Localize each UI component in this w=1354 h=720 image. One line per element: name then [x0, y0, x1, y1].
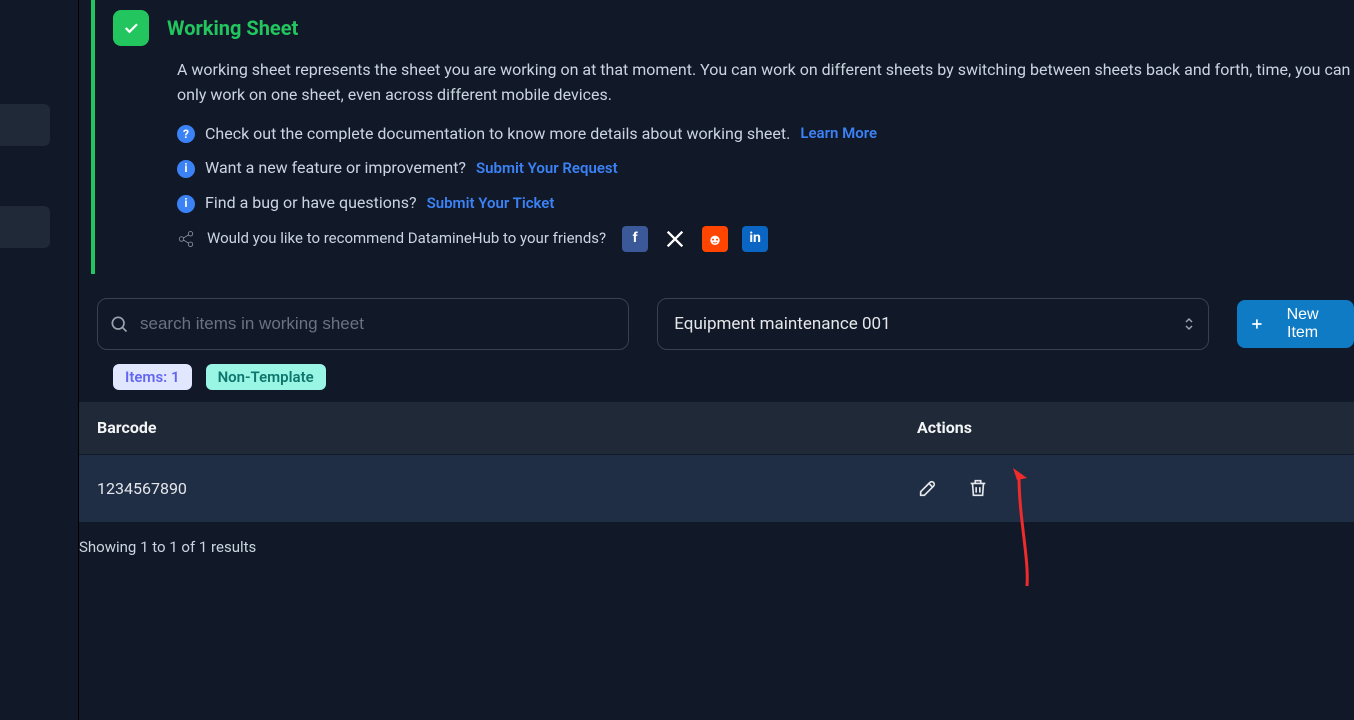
new-item-button[interactable]: New Item: [1237, 300, 1354, 348]
items-badge: Items: 1: [113, 364, 192, 390]
edit-icon[interactable]: [917, 477, 939, 499]
info-icon: i: [177, 195, 195, 213]
table-row: 1234567890: [79, 454, 1354, 522]
submit-request-link[interactable]: Submit Your Request: [476, 157, 618, 180]
submit-ticket-link[interactable]: Submit Your Ticket: [427, 192, 555, 215]
sidebar-item[interactable]: [0, 206, 50, 248]
working-sheet-card: Working Sheet A working sheet represents…: [91, 0, 1351, 274]
sidebar-item[interactable]: [0, 586, 14, 628]
main-content: Working Sheet A working sheet represents…: [78, 0, 1354, 720]
card-description: A working sheet represents the sheet you…: [177, 58, 1351, 108]
trash-icon[interactable]: [967, 477, 989, 499]
share-text: Would you like to recommend DatamineHub …: [207, 227, 606, 250]
chevron-updown-icon: [1183, 316, 1195, 332]
new-item-label: New Item: [1269, 306, 1336, 342]
docs-text: Check out the complete documentation to …: [205, 122, 790, 147]
facebook-icon[interactable]: f: [622, 226, 648, 252]
feature-text: Want a new feature or improvement?: [205, 156, 466, 181]
reddit-icon[interactable]: [702, 226, 728, 252]
col-barcode-header: Barcode: [97, 418, 917, 437]
sheet-select[interactable]: Equipment maintenance 001: [657, 298, 1209, 350]
sidebar: [0, 0, 78, 720]
learn-more-link[interactable]: Learn More: [800, 122, 877, 145]
col-actions-header: Actions: [917, 418, 972, 437]
check-icon: [113, 10, 149, 46]
pagination-text: Showing 1 to 1 of 1 results: [79, 538, 1354, 556]
sidebar-item[interactable]: [0, 104, 50, 146]
toolbar: Equipment maintenance 001 New Item: [97, 298, 1354, 350]
table-header: Barcode Actions: [79, 402, 1354, 454]
x-twitter-icon[interactable]: [662, 226, 688, 252]
bug-text: Find a bug or have questions?: [205, 191, 417, 216]
linkedin-icon[interactable]: in: [742, 226, 768, 252]
badge-row: Items: 1 Non-Template: [113, 364, 1354, 390]
card-title: Working Sheet: [167, 16, 298, 40]
template-badge: Non-Template: [206, 364, 326, 390]
help-icon: ?: [177, 125, 195, 143]
sheet-select-value: Equipment maintenance 001: [674, 314, 890, 334]
info-icon: i: [177, 160, 195, 178]
search-icon: [109, 314, 129, 334]
items-table: Barcode Actions 1234567890: [79, 402, 1354, 522]
barcode-cell: 1234567890: [97, 479, 917, 498]
share-icon: [177, 230, 195, 248]
plus-icon: [1249, 316, 1265, 332]
search-input[interactable]: [97, 298, 629, 350]
